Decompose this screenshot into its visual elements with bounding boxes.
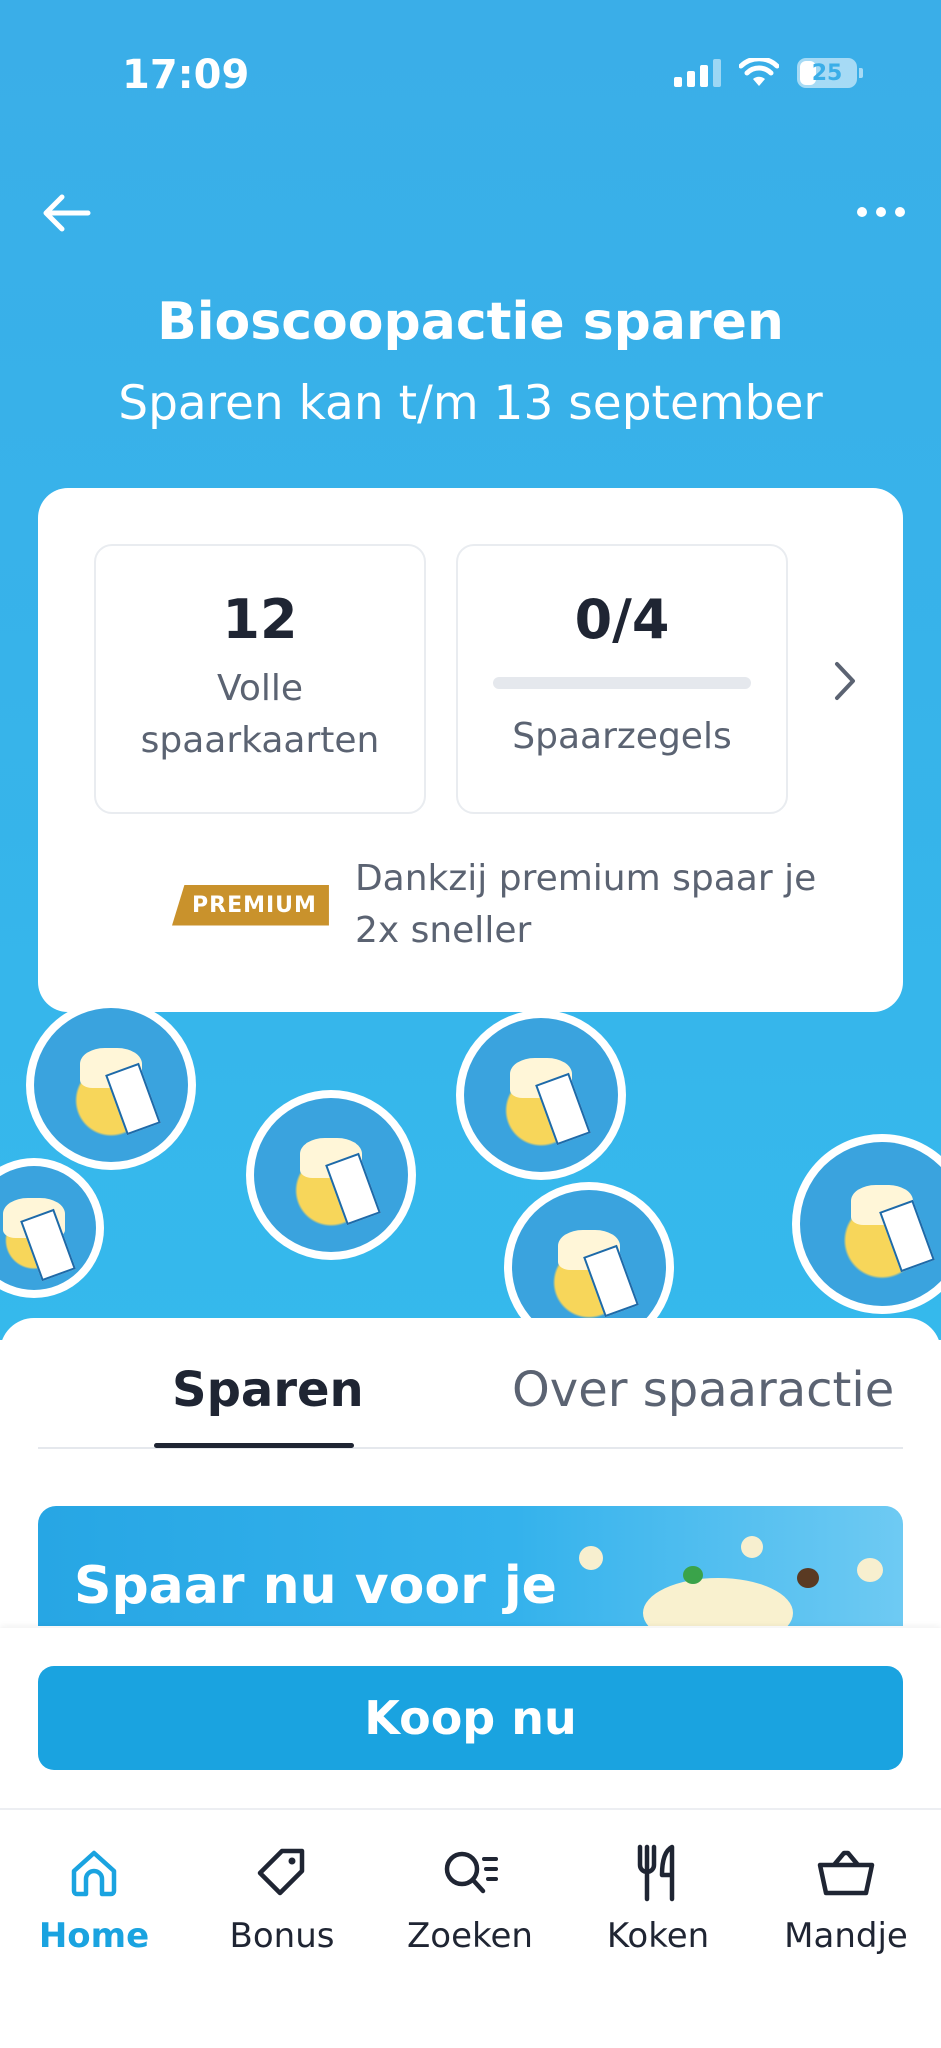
candy-image [683,1566,703,1584]
full-cards-tile: 12 Volle spaarkaarten [94,544,426,814]
nav-label-bonus: Bonus [229,1916,335,1956]
popcorn-piece-image [741,1536,763,1558]
premium-badge: PREMIUM [172,884,329,926]
signal-icon [674,59,721,87]
tag-icon [257,1848,305,1896]
stamps-progress-bar [493,677,751,689]
home-icon [71,1850,117,1897]
tab-over-spaaractie[interactable]: Over spaaractie [512,1362,894,1418]
nav-item-bonus[interactable]: Bonus [188,1840,376,1956]
back-button[interactable] [38,185,94,241]
search-list-icon [444,1851,498,1894]
nav-item-koken[interactable]: Koken [564,1840,752,1956]
popcorn-image [643,1578,793,1626]
stamps-count: 0/4 [574,588,670,651]
bottom-navigation: Home Bonus Zoeken Koken Mandje [0,1808,941,2048]
page-title: Bioscoopactie sparen [157,292,784,352]
nav-label-home: Home [38,1916,150,1956]
full-cards-count: 12 [222,588,298,651]
premium-text-line1: Dankzij premium spaar je [354,858,817,899]
status-time: 17:09 [122,52,250,98]
stamp-sticker-image [456,1010,626,1180]
basket-icon [817,1850,875,1896]
promo-banner[interactable]: Spaar nu voor je [38,1506,903,1626]
premium-info: PREMIUM Dankzij premium spaar je 2x snel… [172,853,816,957]
more-options-button[interactable] [851,190,911,234]
premium-text: Dankzij premium spaar je 2x sneller [355,853,816,957]
nav-label-zoeken: Zoeken [407,1916,533,1956]
nav-label-koken: Koken [606,1916,710,1956]
savings-summary-card[interactable]: 12 Volle spaarkaarten 0/4 Spaarzegels PR… [38,488,903,1012]
stamps-tile: 0/4 Spaarzegels [456,544,788,814]
popcorn-piece-image [857,1558,883,1582]
full-cards-label-line1: Volle [216,668,303,709]
battery-level: 25 [811,60,843,86]
popcorn-piece-image [579,1546,603,1570]
buy-now-button[interactable]: Koop nu [38,1666,903,1770]
full-cards-label-line2: spaarkaarten [140,720,380,761]
active-tab-indicator [154,1443,354,1448]
nav-item-mandje[interactable]: Mandje [752,1840,940,1956]
wifi-icon [739,58,779,86]
stamps-label: Spaarzegels [512,716,732,757]
tab-sparen[interactable]: Sparen [172,1362,364,1418]
card-next-button[interactable] [825,656,865,706]
status-icons: 25 [674,58,863,88]
stamp-sticker-image [26,1000,196,1170]
promo-text: Spaar nu voor je [74,1556,557,1616]
chevron-right-icon [835,662,855,700]
arrow-left-icon [43,194,91,232]
candy-image [797,1568,819,1588]
nav-label-mandje: Mandje [784,1916,908,1956]
page-subtitle: Sparen kan t/m 13 september [118,376,823,431]
more-horizontal-icon [857,207,867,217]
fork-knife-icon [637,1844,675,1902]
nav-item-home[interactable]: Home [0,1840,188,1956]
premium-text-line2: 2x sneller [354,910,532,951]
nav-item-zoeken[interactable]: Zoeken [376,1840,564,1956]
battery-icon: 25 [797,58,863,88]
stamp-sticker-image [246,1090,416,1260]
